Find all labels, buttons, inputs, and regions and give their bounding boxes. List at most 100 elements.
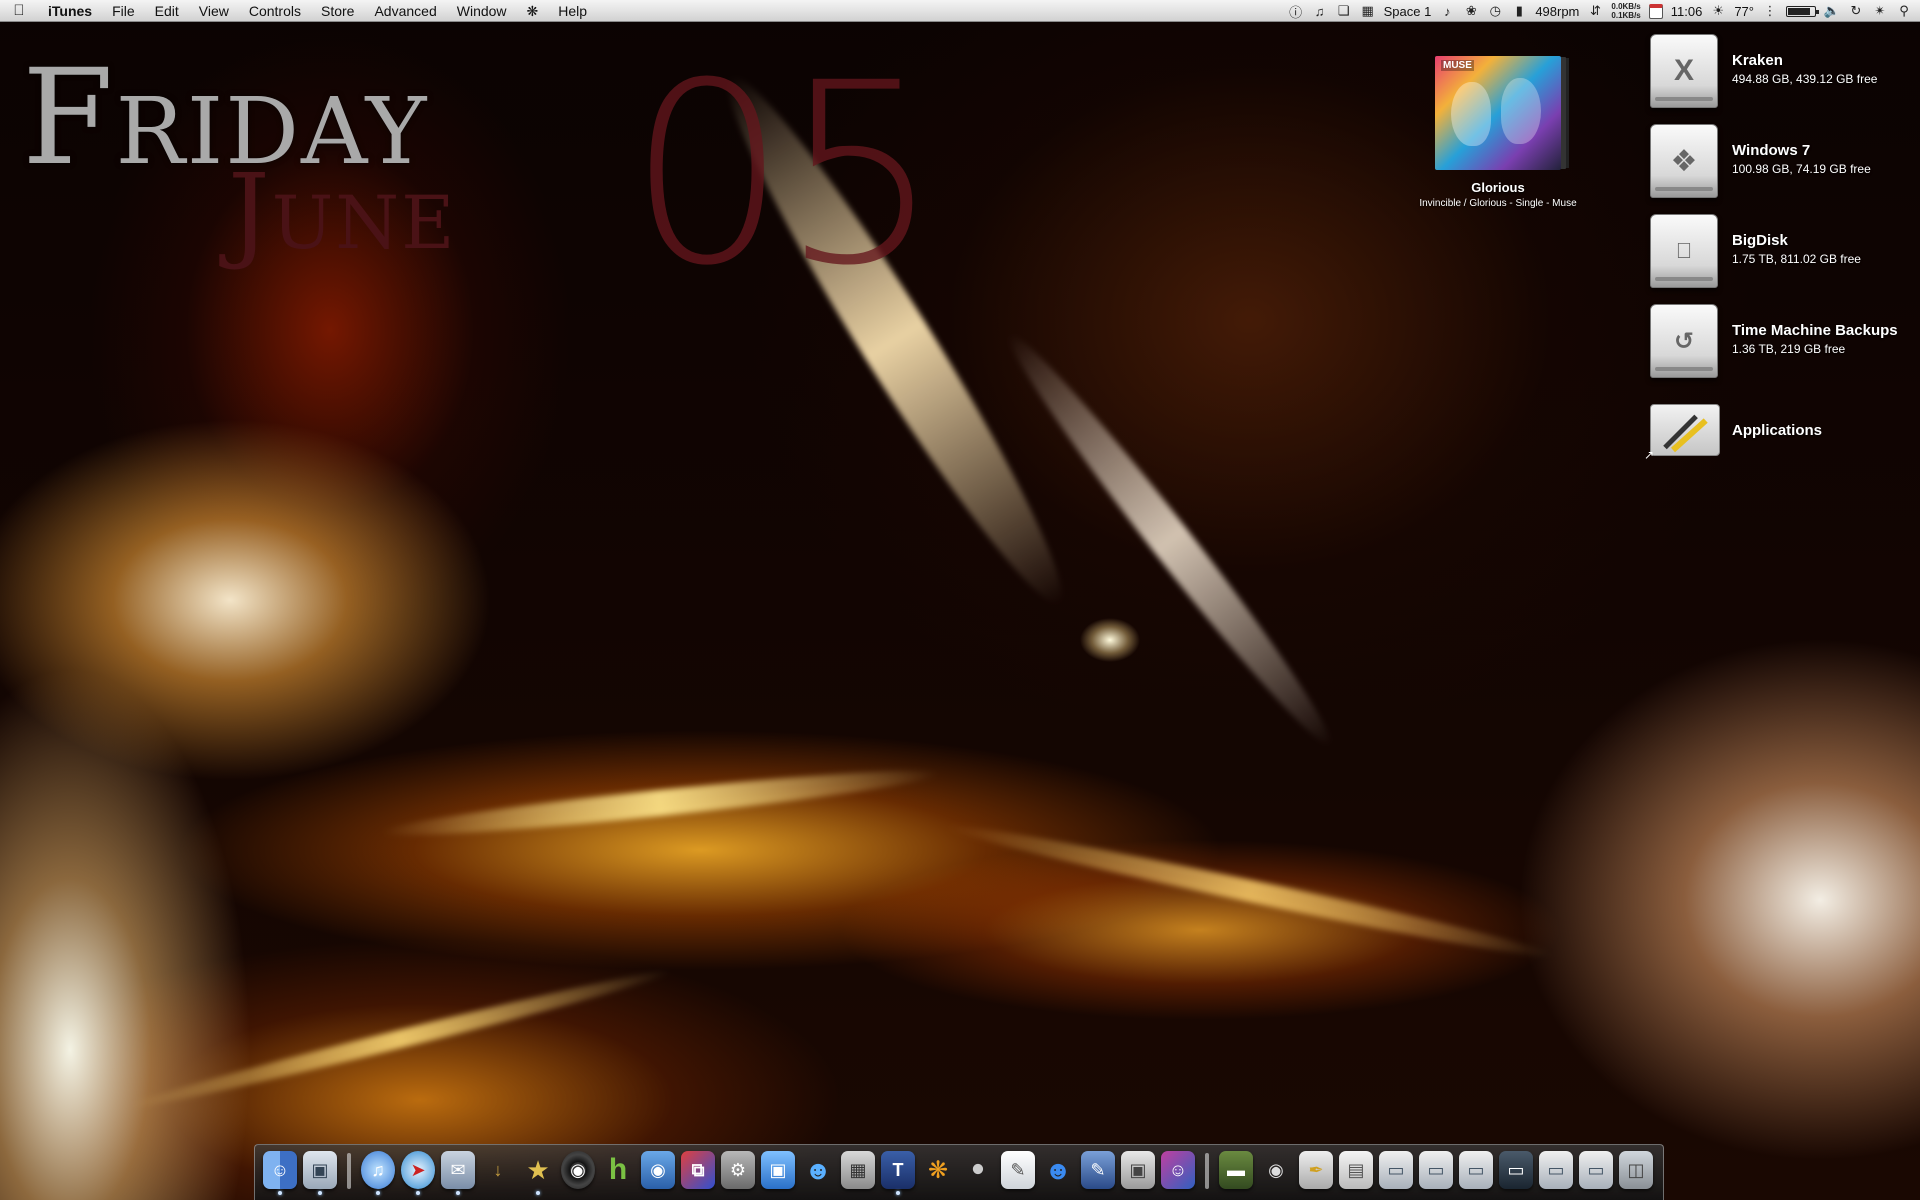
- itunes-icon[interactable]: ♫: [361, 1151, 395, 1195]
- net-upload: 0.0KB/s: [1611, 2, 1641, 11]
- mail-icon[interactable]: ✉: [441, 1151, 475, 1195]
- screen-sharing-icon[interactable]: ⧉: [681, 1151, 715, 1189]
- menu-edit[interactable]: Edit: [145, 0, 189, 22]
- apple-menu-icon[interactable]: : [0, 2, 38, 19]
- drive-info: 1.36 TB, 219 GB free: [1732, 342, 1846, 356]
- drive-name[interactable]: Applications: [1732, 422, 1822, 439]
- time-machine-icon[interactable]: ↻: [1848, 3, 1864, 19]
- calculator-icon[interactable]: ▦: [841, 1151, 875, 1189]
- preview-icon[interactable]: ▣: [303, 1151, 337, 1195]
- track-subtitle: Invincible / Glorious - Single - Muse: [1419, 198, 1577, 209]
- applications-stack-icon[interactable]: ✒: [1299, 1151, 1333, 1189]
- desktop-icon-windows-7[interactable]: ❖ Windows 7 100.98 GB, 74.19 GB free: [1650, 124, 1920, 206]
- menu-store[interactable]: Store: [311, 0, 364, 22]
- net-download: 0.1KB/s: [1611, 11, 1641, 20]
- menu-app-name[interactable]: iTunes: [38, 0, 102, 22]
- dock: ☺ ▣ ♫ ➤ ✉ ↓ ★ ◉ h ◉ ⧉ ⚙ ▣ ☻ ▦ T ❋ ⚫ ✎ ☻ …: [254, 1144, 1664, 1200]
- running-indicator: [536, 1191, 540, 1195]
- volume-icon[interactable]: 🔈: [1824, 3, 1840, 19]
- text-editor-icon[interactable]: T: [881, 1151, 915, 1195]
- track-title: Glorious: [1471, 180, 1525, 195]
- info-icon[interactable]: ⓘ: [1288, 3, 1304, 20]
- script-menu-icon[interactable]: ❋: [517, 0, 549, 22]
- window-thumb-3[interactable]: ▭: [1459, 1151, 1493, 1189]
- now-playing-widget[interactable]: MUSE Glorious Invincible / Glorious - Si…: [1378, 56, 1618, 209]
- photo-icon[interactable]: ▣: [1121, 1151, 1155, 1189]
- desktop-icon-applications[interactable]: ↗ Applications: [1644, 404, 1920, 486]
- x-drive-icon[interactable]: X: [1650, 34, 1718, 108]
- spaces-icon[interactable]: ▦: [1360, 3, 1376, 19]
- applications-folder-icon[interactable]: [1650, 404, 1720, 456]
- network-readout[interactable]: 0.0KB/s 0.1KB/s: [1611, 2, 1640, 20]
- contacts-icon[interactable]: ☻: [1041, 1151, 1075, 1189]
- folder-stack-icon[interactable]: ▬: [1219, 1151, 1253, 1189]
- star-app-icon[interactable]: ★: [521, 1151, 555, 1195]
- spotlight-search-icon[interactable]: ⚲: [1896, 3, 1912, 19]
- download-arrow-icon[interactable]: ↓: [481, 1151, 515, 1189]
- window-thumb-4[interactable]: ▭: [1499, 1151, 1533, 1189]
- camera-stack-icon[interactable]: ◉: [1259, 1151, 1293, 1189]
- album-artwork[interactable]: MUSE: [1435, 56, 1561, 170]
- windows-drive-icon[interactable]: ❖: [1650, 124, 1718, 198]
- drive-name[interactable]: Kraken: [1732, 52, 1783, 69]
- clock[interactable]: 11:06: [1671, 4, 1703, 19]
- menu-controls[interactable]: Controls: [239, 0, 311, 22]
- light-streak: [994, 322, 1346, 758]
- finder-icon[interactable]: ☺: [263, 1151, 297, 1195]
- memory-meter-icon: ▮: [1515, 3, 1523, 18]
- hulu-icon[interactable]: h: [601, 1151, 635, 1189]
- music-note-icon[interactable]: ♫: [1312, 3, 1328, 19]
- messenger-icon[interactable]: ☻: [801, 1151, 835, 1189]
- window-icon[interactable]: ❏: [1336, 3, 1352, 19]
- drive-info: 1.75 TB, 811.02 GB free: [1732, 252, 1861, 266]
- notes-icon[interactable]: ✎: [1001, 1151, 1035, 1189]
- microphone-icon[interactable]: ⚫: [961, 1151, 995, 1189]
- stamp-icon[interactable]: ✎: [1081, 1151, 1115, 1189]
- window-thumb-2[interactable]: ▭: [1419, 1151, 1453, 1189]
- menu-advanced[interactable]: Advanced: [364, 0, 446, 22]
- stats-icon: ⋮: [1763, 3, 1777, 18]
- bluetooth-icon[interactable]: ✴: [1872, 3, 1888, 19]
- drive-name[interactable]: BigDisk: [1732, 232, 1788, 249]
- menu-window[interactable]: Window: [447, 0, 517, 22]
- desktop-icon-kraken[interactable]: X Kraken 494.88 GB, 439.12 GB free: [1650, 34, 1920, 116]
- battery-fill: [1788, 7, 1811, 15]
- paw-icon[interactable]: ❀: [1463, 3, 1479, 19]
- desktop-icon-bigdisk[interactable]:  BigDisk 1.75 TB, 811.02 GB free: [1650, 214, 1920, 296]
- gauge-icon[interactable]: ◷: [1487, 3, 1503, 19]
- temperature-icon: ☀: [1712, 3, 1725, 18]
- apple-drive-icon[interactable]: : [1650, 214, 1718, 288]
- drive-name[interactable]: Windows 7: [1732, 142, 1810, 159]
- trash-icon[interactable]: ◫: [1619, 1151, 1653, 1189]
- remote-desktop-icon[interactable]: ▣: [761, 1151, 795, 1189]
- drive-name[interactable]: Time Machine Backups: [1732, 322, 1898, 339]
- fan-speed-readout[interactable]: 498rpm: [1535, 4, 1579, 19]
- aperture-icon[interactable]: ◉: [561, 1151, 595, 1189]
- calendar-icon[interactable]: [1648, 3, 1663, 19]
- drive-info: 100.98 GB, 74.19 GB free: [1732, 162, 1871, 176]
- menu-file[interactable]: File: [102, 0, 145, 22]
- date-day-number: 05: [628, 29, 940, 320]
- running-indicator: [376, 1191, 380, 1195]
- battery-icon[interactable]: [1786, 5, 1819, 17]
- menu-view[interactable]: View: [189, 0, 239, 22]
- system-preferences-icon[interactable]: ⚙: [721, 1151, 755, 1189]
- safari-icon[interactable]: ➤: [401, 1151, 435, 1195]
- window-thumb-5[interactable]: ▭: [1539, 1151, 1573, 1189]
- menu-help[interactable]: Help: [548, 0, 597, 22]
- menu-bar:  iTunes File Edit View Controls Store A…: [0, 0, 1920, 22]
- running-indicator: [416, 1191, 420, 1195]
- itunes-control-icon[interactable]: ♪: [1439, 3, 1455, 19]
- camera-icon[interactable]: ◉: [641, 1151, 675, 1189]
- space-label[interactable]: Space 1: [1384, 4, 1432, 19]
- document-stack-icon[interactable]: ▤: [1339, 1151, 1373, 1189]
- drive-info: 494.88 GB, 439.12 GB free: [1732, 72, 1878, 86]
- time-machine-drive-icon[interactable]: ↺: [1650, 304, 1718, 378]
- temperature-readout[interactable]: 77°: [1734, 4, 1754, 19]
- adium-icon[interactable]: ❋: [921, 1151, 955, 1189]
- photo-booth-icon[interactable]: ☺: [1161, 1151, 1195, 1189]
- window-thumb-6[interactable]: ▭: [1579, 1151, 1613, 1189]
- window-thumb-1[interactable]: ▭: [1379, 1151, 1413, 1189]
- artwork-face-right: [1501, 78, 1541, 144]
- desktop-icon-time-machine-backups[interactable]: ↺ Time Machine Backups 1.36 TB, 219 GB f…: [1650, 304, 1920, 386]
